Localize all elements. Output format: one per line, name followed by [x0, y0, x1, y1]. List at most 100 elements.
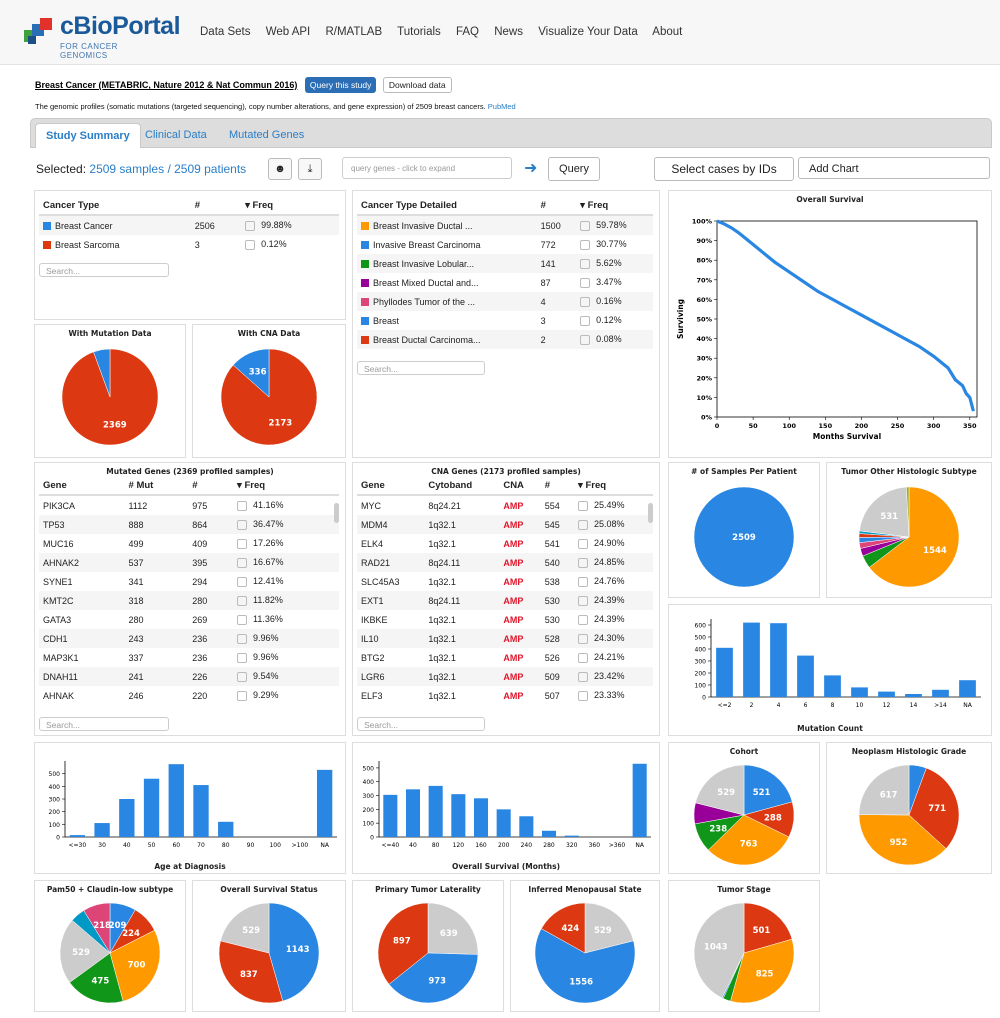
row-checkbox[interactable]: [578, 633, 589, 644]
table-row[interactable]: MAP3K1 337 236 9.96%: [39, 648, 339, 667]
table-row[interactable]: Breast Cancer 2506 99.88%: [39, 215, 339, 235]
tab-clinical-data[interactable]: Clinical Data: [135, 123, 217, 147]
laterality-pie[interactable]: 639 973 897: [353, 881, 503, 1011]
col-gene[interactable]: Gene: [39, 477, 125, 496]
table-row[interactable]: MUC16 499 409 17.26%: [39, 534, 339, 553]
col-count[interactable]: #: [190, 197, 242, 216]
table-row[interactable]: AHNAK 246 220 9.29%: [39, 686, 339, 705]
table-row[interactable]: DNAH11 241 226 9.54%: [39, 667, 339, 686]
add-chart-dropdown[interactable]: Add Chart: [798, 157, 990, 179]
row-checkbox[interactable]: [580, 296, 591, 307]
table-row[interactable]: Breast Invasive Ductal ... 1500 59.78%: [357, 215, 653, 235]
bar[interactable]: [405, 789, 421, 837]
row-checkbox[interactable]: [578, 500, 589, 511]
table-row[interactable]: Breast Ductal Carcinoma... 2 0.08%: [357, 330, 653, 349]
row-checkbox[interactable]: [237, 576, 248, 587]
table-row[interactable]: IKBKE 1q32.1 AMP 530 24.39%: [357, 610, 653, 629]
row-checkbox[interactable]: [580, 258, 591, 269]
bar[interactable]: [851, 687, 868, 697]
bar[interactable]: [743, 622, 760, 697]
bar[interactable]: [905, 694, 922, 697]
table-row[interactable]: PIK3CA 1112 975 41.16%: [39, 495, 339, 515]
table-row[interactable]: Breast Mixed Ductal and... 87 3.47%: [357, 273, 653, 292]
row-checkbox[interactable]: [580, 220, 591, 231]
row-checkbox[interactable]: [580, 315, 591, 326]
bar[interactable]: [428, 785, 443, 837]
table-row[interactable]: Phyllodes Tumor of the ... 4 0.16%: [357, 292, 653, 311]
table-row[interactable]: CDH1 243 236 9.96%: [39, 629, 339, 648]
nav-about[interactable]: About: [652, 26, 682, 38]
row-checkbox[interactable]: [578, 576, 589, 587]
nav-faq[interactable]: FAQ: [456, 26, 479, 38]
bar[interactable]: [770, 623, 787, 697]
user-icon[interactable]: ☻: [268, 158, 292, 180]
col-count[interactable]: #: [536, 197, 577, 216]
mutation-count-chart[interactable]: 0 100 200 300 400 500 600 <=2 2 4 6 8 10 12 14 >14 NA: [669, 605, 991, 735]
col-cna[interactable]: CNA: [499, 477, 541, 496]
pam50-pie[interactable]: 209224700475529218: [35, 881, 185, 1011]
arrow-right-icon[interactable]: ➜: [524, 158, 537, 178]
bar[interactable]: [878, 691, 895, 697]
row-checkbox[interactable]: [580, 334, 591, 345]
row-checkbox[interactable]: [237, 595, 248, 606]
samples-per-patient-pie[interactable]: 2509: [669, 463, 819, 597]
download-data-button[interactable]: Download data: [382, 77, 452, 93]
row-checkbox[interactable]: [237, 538, 248, 549]
selected-count[interactable]: 2509 samples / 2509 patients: [89, 162, 246, 176]
col-cancer-type-detailed[interactable]: Cancer Type Detailed: [357, 197, 537, 216]
nav-web-api[interactable]: Web API: [266, 26, 311, 38]
col-cancer-type[interactable]: Cancer Type: [39, 197, 191, 216]
bar[interactable]: [316, 769, 333, 837]
nav-tutorials[interactable]: Tutorials: [397, 26, 441, 38]
table-row[interactable]: IL10 1q32.1 AMP 528 24.30%: [357, 629, 653, 648]
table-row[interactable]: Invasive Breast Carcinoma 772 30.77%: [357, 235, 653, 254]
col-gene[interactable]: Gene: [357, 477, 425, 496]
table-row[interactable]: GATA3 280 269 11.36%: [39, 610, 339, 629]
cancer-type-search[interactable]: Search...: [39, 263, 169, 277]
row-checkbox[interactable]: [245, 220, 256, 231]
col-freq[interactable]: ▾ Freq: [576, 197, 653, 216]
row-checkbox[interactable]: [237, 557, 248, 568]
table-scrollbar[interactable]: [648, 503, 653, 523]
row-checkbox[interactable]: [237, 519, 248, 530]
row-checkbox[interactable]: [580, 239, 591, 250]
table-row[interactable]: SLC45A3 1q32.1 AMP 538 24.76%: [357, 572, 653, 591]
table-row[interactable]: LGR6 1q32.1 AMP 509 23.42%: [357, 667, 653, 686]
bar[interactable]: [797, 655, 814, 697]
survival-curve[interactable]: [716, 219, 975, 412]
bar[interactable]: [193, 785, 209, 837]
row-checkbox[interactable]: [237, 690, 248, 701]
survival-curve-chart[interactable]: 0% 10% 20% 30% 40% 50% 60% 70% 80% 90% 100% 0 50 100 1…: [669, 191, 991, 457]
bar[interactable]: [632, 763, 647, 837]
mutated-genes-search[interactable]: Search...: [39, 717, 169, 731]
row-checkbox[interactable]: [578, 595, 589, 606]
col-freq[interactable]: ▾ Freq: [574, 477, 653, 496]
table-row[interactable]: BTG2 1q32.1 AMP 526 24.21%: [357, 648, 653, 667]
os-status-pie[interactable]: 1143 837 529: [193, 881, 345, 1011]
nav-r-matlab[interactable]: R/MATLAB: [325, 26, 382, 38]
row-checkbox[interactable]: [578, 557, 589, 568]
table-row[interactable]: TP53 888 864 36.47%: [39, 515, 339, 534]
table-row[interactable]: ELF3 1q32.1 AMP 507 23.33%: [357, 686, 653, 705]
bar[interactable]: [496, 809, 511, 837]
table-row[interactable]: KMT2C 318 280 11.82%: [39, 591, 339, 610]
histologic-grade-pie[interactable]: 771 952 617: [827, 743, 991, 873]
row-checkbox[interactable]: [237, 614, 248, 625]
nav-news[interactable]: News: [494, 26, 523, 38]
cancer-type-detailed-search[interactable]: Search...: [357, 361, 485, 375]
row-checkbox[interactable]: [237, 500, 248, 511]
menopause-pie[interactable]: 529 1556 424: [511, 881, 659, 1011]
bar[interactable]: [119, 799, 135, 837]
bar[interactable]: [143, 778, 160, 837]
table-row[interactable]: AHNAK2 537 395 16.67%: [39, 553, 339, 572]
row-checkbox[interactable]: [578, 671, 589, 682]
tab-study-summary[interactable]: Study Summary: [35, 123, 141, 148]
tumor-stage-pie[interactable]: 501 825 1043: [669, 881, 819, 1011]
bar[interactable]: [383, 794, 398, 837]
tab-mutated-genes[interactable]: Mutated Genes: [219, 123, 314, 147]
bar[interactable]: [94, 823, 110, 837]
pubmed-link[interactable]: PubMed: [488, 102, 516, 111]
overall-survival-months-chart[interactable]: 0 100 200 300 400 500 <=40 40 80 120 160 200 240 280 3…: [353, 743, 659, 873]
table-row[interactable]: RAD21 8q24.11 AMP 540 24.85%: [357, 553, 653, 572]
cbioportal-logo[interactable]: cBioPortal FOR CANCER GENOMICS: [22, 12, 181, 60]
